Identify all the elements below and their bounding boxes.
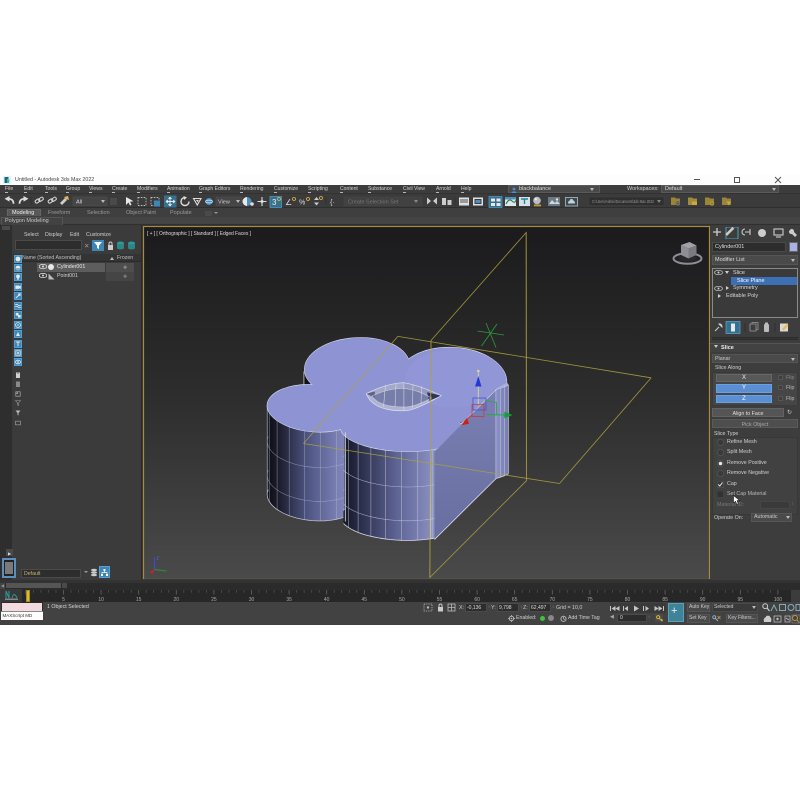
svg-text:3: 3 — [272, 198, 277, 207]
svg-text:View: View — [218, 199, 230, 205]
svg-text:{·: {· — [330, 197, 335, 206]
svg-text:[ + ] [ Orthographic ] [ Stand: [ + ] [ Orthographic ] [ Standard ] [ Ed… — [147, 230, 252, 236]
svg-text:Create Selection Set: Create Selection Set — [348, 199, 399, 205]
svg-text:All: All — [76, 199, 82, 205]
svg-text:∠: ∠ — [285, 198, 292, 207]
svg-text:C:\Users\Admin\Documents\3ds M: C:\Users\Admin\Documents\3ds Max 2022 — [592, 198, 654, 203]
svg-text:%: % — [299, 199, 305, 206]
